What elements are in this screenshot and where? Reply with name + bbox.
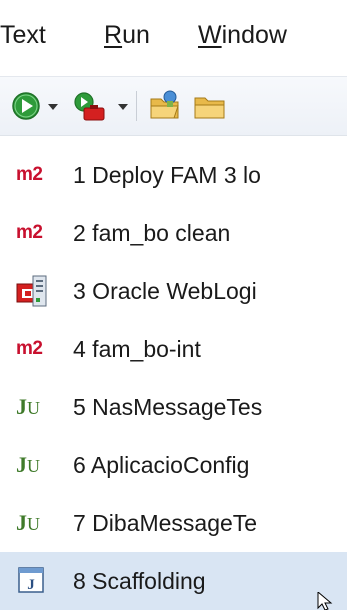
toolbar-separator <box>136 91 137 121</box>
open-folder-icon <box>150 90 179 119</box>
weblogic-server-icon <box>14 274 50 308</box>
run-dropdown-arrow-icon[interactable] <box>48 104 58 110</box>
launch-history-item[interactable]: JU 5 NasMessageTes <box>0 378 347 436</box>
run-icon <box>12 92 40 120</box>
folder-icon <box>194 97 225 119</box>
external-tools-icon <box>74 92 105 121</box>
launch-item-label: 1 Deploy FAM 3 lo <box>73 162 261 188</box>
external-tools-button[interactable] <box>68 77 112 135</box>
launch-item-label: 6 AplicacioConfig <box>73 452 250 478</box>
svg-text:J: J <box>27 577 35 593</box>
maven-m2-icon: m2 <box>16 164 43 185</box>
run-button[interactable] <box>10 77 44 135</box>
junit-icon: JU <box>16 452 40 477</box>
launch-history-item[interactable]: 3 Oracle WebLogi <box>0 262 347 320</box>
toolbar <box>0 77 347 136</box>
menu-text[interactable]: Text <box>0 20 46 50</box>
menu-window-label: indow <box>221 21 287 49</box>
junit-icon: JU <box>16 394 40 419</box>
menu-window[interactable]: Window <box>198 20 287 50</box>
mouse-cursor-icon <box>317 592 333 610</box>
launch-history-item[interactable]: m2 2 fam_bo clean <box>0 204 347 262</box>
java-application-icon: J <box>14 564 50 598</box>
launch-history-item[interactable]: JU 6 AplicacioConfig <box>0 436 347 494</box>
launch-history-item[interactable]: JU 7 DibaMessageTe <box>0 494 347 552</box>
open-folder-button[interactable] <box>192 77 232 135</box>
launch-item-label: 3 Oracle WebLogi <box>73 278 257 304</box>
launch-item-label: 5 NasMessageTes <box>73 394 263 420</box>
menu-run-label: un <box>122 21 150 49</box>
maven-m2-icon: m2 <box>16 222 43 243</box>
launch-item-label: 7 DibaMessageTe <box>73 510 258 536</box>
launch-item-label: 4 fam_bo-int <box>73 336 201 362</box>
maven-m2-icon: m2 <box>16 338 43 359</box>
external-tools-dropdown-arrow-icon[interactable] <box>118 104 128 110</box>
junit-icon: JU <box>16 510 40 535</box>
open-type-button[interactable] <box>148 77 184 135</box>
menu-window-mnemonic: W <box>198 21 222 49</box>
launch-item-label: 8 Scaffolding <box>73 568 206 594</box>
menu-run[interactable]: Run <box>104 20 150 50</box>
launch-item-label: 2 fam_bo clean <box>73 220 231 246</box>
menu-text-label: Text <box>0 21 46 49</box>
launch-history-item[interactable]: m2 4 fam_bo-int <box>0 320 347 378</box>
launch-history-menu: m2 1 Deploy FAM 3 lo m2 2 fam_bo clean 3… <box>0 136 347 610</box>
menu-run-mnemonic: R <box>104 21 123 49</box>
menu-bar: Text Run Window <box>0 0 347 76</box>
launch-history-item[interactable]: m2 1 Deploy FAM 3 lo <box>0 146 347 204</box>
launch-history-item-selected[interactable]: J 8 Scaffolding <box>0 552 347 610</box>
